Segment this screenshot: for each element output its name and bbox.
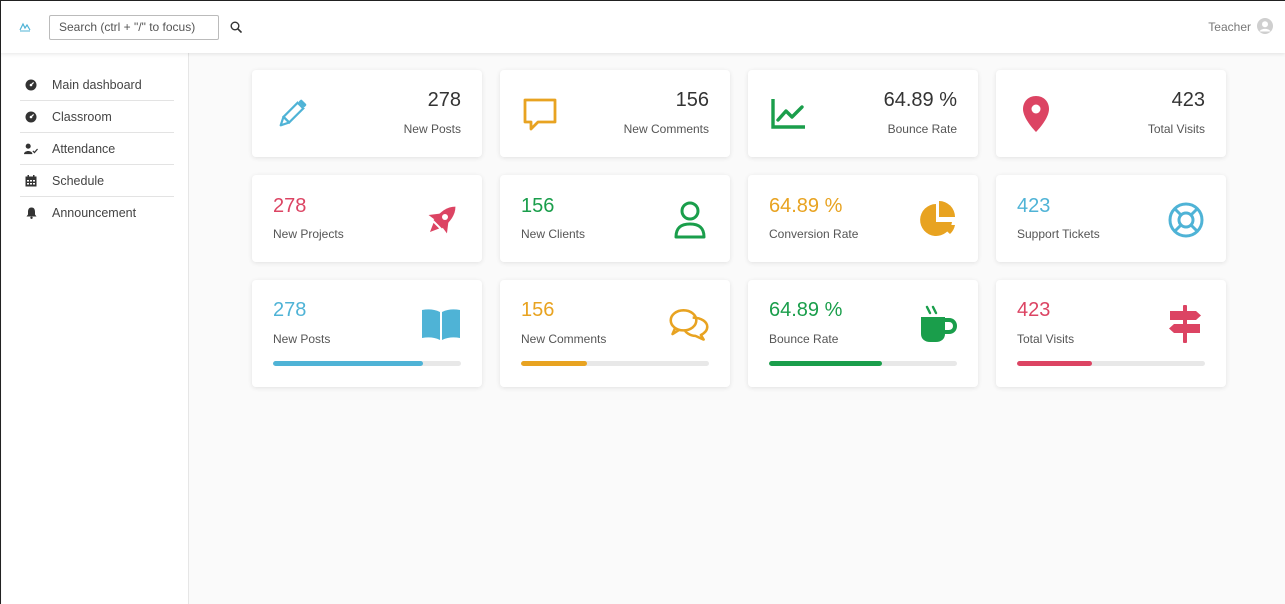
avatar-icon [1257,17,1273,37]
comments-icon [668,304,710,344]
stat-card-bounce-rate-progress[interactable]: 64.89 % Bounce Rate [748,280,978,387]
calendar-icon [24,174,38,188]
sidebar-item-announcement[interactable]: Announcement [20,197,174,229]
stat-label: New Projects [273,227,344,241]
line-chart-icon [769,95,807,133]
sidebar-item-schedule[interactable]: Schedule [20,165,174,197]
dashboard-icon [24,110,38,124]
user-icon [670,200,710,240]
stat-card-total-visits[interactable]: 423 Total Visits [996,70,1226,157]
stat-label: Bounce Rate [887,122,957,136]
stat-label: New Posts [403,122,461,136]
progress-fill [1017,361,1093,366]
sidebar-item-classroom[interactable]: Classroom [20,101,174,133]
pie-chart-icon [918,200,958,240]
stat-value: 156 [521,299,555,321]
stat-card-new-posts[interactable]: 278 New Posts [252,70,482,157]
app-frame: Teacher Main dashboard Classroom [0,0,1285,604]
stat-label: New Comments [521,332,607,346]
sidebar-item-main-dashboard[interactable]: Main dashboard [20,69,174,101]
sidebar-item-label: Main dashboard [52,77,142,92]
stat-card-new-posts-progress[interactable]: 278 New Posts [252,280,482,387]
progress-bar [273,361,461,366]
stat-value: 156 [521,195,555,217]
life-ring-icon [1166,200,1206,240]
stat-label: Bounce Rate [769,332,839,346]
stat-value: 156 [675,89,709,111]
stat-value: 64.89 % [769,299,843,321]
rocket-icon [422,200,462,240]
top-navbar: Teacher [1,1,1285,53]
user-menu[interactable]: Teacher [1208,1,1273,53]
stat-label: New Clients [521,227,586,241]
sidebar-item-label: Announcement [52,206,137,220]
signpost-icon [1164,304,1206,344]
search-icon[interactable] [225,16,247,38]
progress-bar [521,361,709,366]
dashboard-icon [24,78,38,92]
coffee-icon [916,304,958,344]
user-name: Teacher [1208,20,1251,34]
comment-icon [521,95,559,133]
stat-card-new-projects[interactable]: 278 New Projects [252,175,482,262]
stat-label: New Comments [623,122,709,136]
stat-value: 64.89 % [769,195,843,217]
stat-card-total-visits-progress[interactable]: 423 Total Visits [996,280,1226,387]
search-input[interactable] [49,14,219,40]
stat-value: 423 [1017,195,1051,217]
stat-value: 423 [1171,89,1205,111]
sidebar: Main dashboard Classroom Attendance Sche… [2,53,189,604]
logo-icon[interactable] [18,20,32,34]
stat-label: New Posts [273,332,331,346]
sidebar-item-label: Classroom [52,109,112,124]
sidebar-item-label: Attendance [52,141,116,156]
book-icon [420,304,462,344]
stat-value: 278 [273,195,307,217]
stat-value: 64.89 % [883,89,957,111]
bell-icon [24,206,38,220]
progress-fill [521,361,587,366]
stat-value: 423 [1017,299,1051,321]
stat-label: Support Tickets [1017,227,1100,241]
progress-fill [769,361,882,366]
stat-card-bounce-rate[interactable]: 64.89 % Bounce Rate [748,70,978,157]
stat-card-support-tickets[interactable]: 423 Support Tickets [996,175,1226,262]
stat-label: Total Visits [1017,332,1075,346]
progress-bar [1017,361,1205,366]
stat-value: 278 [273,299,307,321]
pencil-icon [273,95,311,133]
progress-fill [273,361,424,366]
stat-card-new-clients[interactable]: 156 New Clients [500,175,730,262]
stat-card-new-comments[interactable]: 156 New Comments [500,70,730,157]
stat-label: Conversion Rate [769,227,859,241]
map-marker-icon [1017,95,1055,133]
user-check-icon [24,142,38,156]
sidebar-item-label: Schedule [52,173,105,188]
progress-bar [769,361,957,366]
stat-card-new-comments-progress[interactable]: 156 New Comments [500,280,730,387]
stat-value: 278 [427,89,461,111]
stat-card-conversion-rate[interactable]: 64.89 % Conversion Rate [748,175,978,262]
stats-grid: 278 New Posts 156 New Comments 64.89 % B… [252,70,1226,387]
sidebar-item-attendance[interactable]: Attendance [20,133,174,165]
stat-label: Total Visits [1147,122,1205,136]
